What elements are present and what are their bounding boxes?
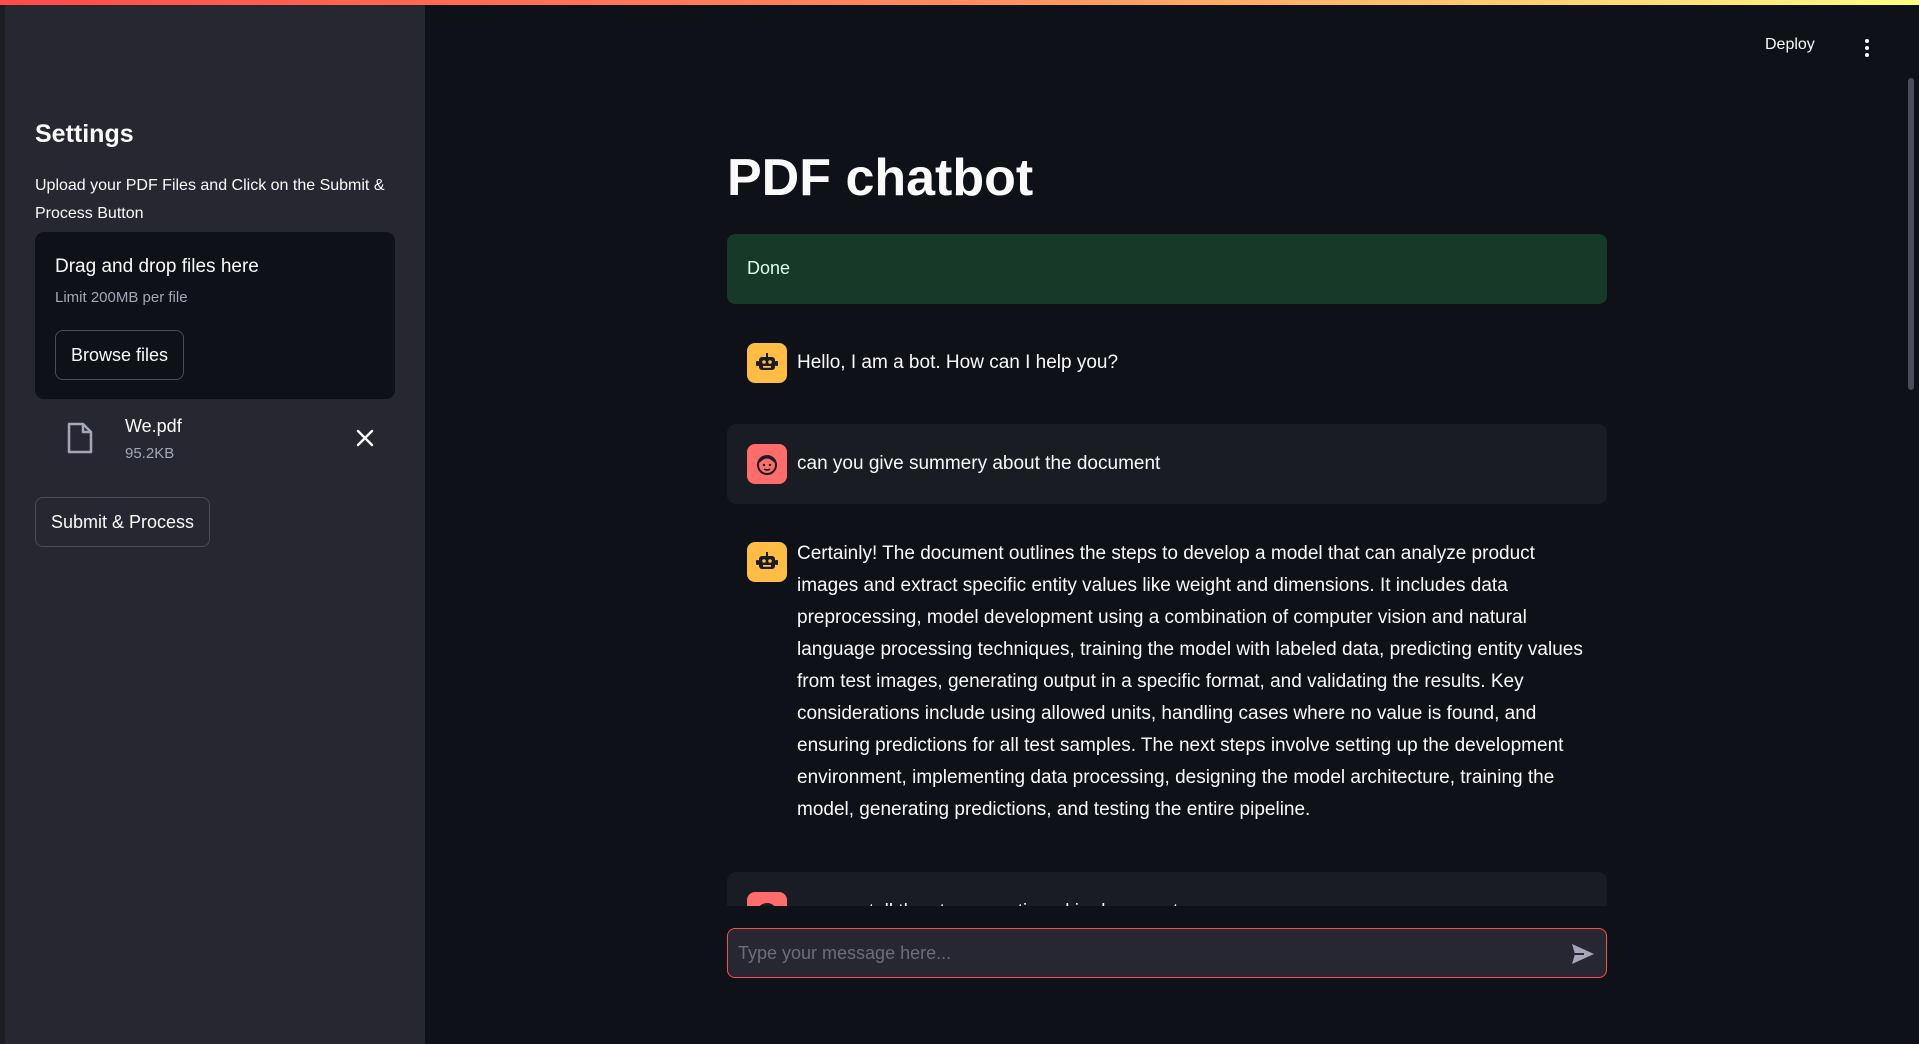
- chat-input-container: [727, 928, 1607, 978]
- browse-files-button[interactable]: Browse files: [55, 330, 185, 380]
- chat-history[interactable]: Hello, I am a bot. How can I help you? c…: [727, 320, 1607, 906]
- user-avatar-icon: [747, 444, 787, 484]
- file-icon: [67, 422, 93, 454]
- app-window: Settings Upload your PDF Files and Click…: [0, 0, 1919, 1044]
- chat-message-user: can you give summery about the document: [727, 424, 1607, 504]
- file-name: We.pdf: [125, 416, 182, 436]
- user-avatar-icon: [747, 892, 787, 906]
- message-text: can you tell the steps mentioned in docu…: [797, 896, 1597, 906]
- top-decoration-bar: [0, 0, 1919, 5]
- success-text: Done: [747, 258, 791, 278]
- close-icon[interactable]: [353, 426, 377, 450]
- chat-message-user: can you tell the steps mentioned in docu…: [727, 872, 1607, 906]
- send-icon[interactable]: [1570, 942, 1596, 966]
- deploy-button[interactable]: Deploy: [1765, 36, 1815, 54]
- file-size: 95.2KB: [125, 445, 175, 462]
- uploaded-file-item: We.pdf 95.2KB: [35, 410, 395, 470]
- file-dropzone[interactable]: Drag and drop files here Limit 200MB per…: [35, 232, 395, 399]
- success-alert: Done: [727, 234, 1607, 304]
- message-text: Certainly! The document outlines the ste…: [797, 543, 1583, 820]
- chat-message-bot: Certainly! The document outlines the ste…: [727, 518, 1607, 876]
- dropzone-limit: Limit 200MB per file: [55, 289, 188, 306]
- dropzone-label: Drag and drop files here: [55, 256, 259, 277]
- message-text: can you give summery about the document: [797, 453, 1161, 474]
- page-title: PDF chatbot: [727, 149, 1034, 207]
- sidebar-description: Upload your PDF Files and Click on the S…: [35, 177, 385, 222]
- main-scrollbar[interactable]: [1908, 78, 1914, 390]
- kebab-menu-icon[interactable]: [1862, 38, 1872, 58]
- chat-message-bot: Hello, I am a bot. How can I help you?: [727, 320, 1607, 410]
- message-text: Hello, I am a bot. How can I help you?: [797, 352, 1119, 373]
- submit-process-button[interactable]: Submit & Process: [35, 497, 211, 547]
- bot-avatar-icon: [747, 343, 787, 383]
- sidebar-title: Settings: [35, 120, 134, 148]
- sidebar: Settings Upload your PDF Files and Click…: [0, 0, 425, 1044]
- bot-avatar-icon: [747, 542, 787, 582]
- chat-input[interactable]: [738, 929, 1538, 977]
